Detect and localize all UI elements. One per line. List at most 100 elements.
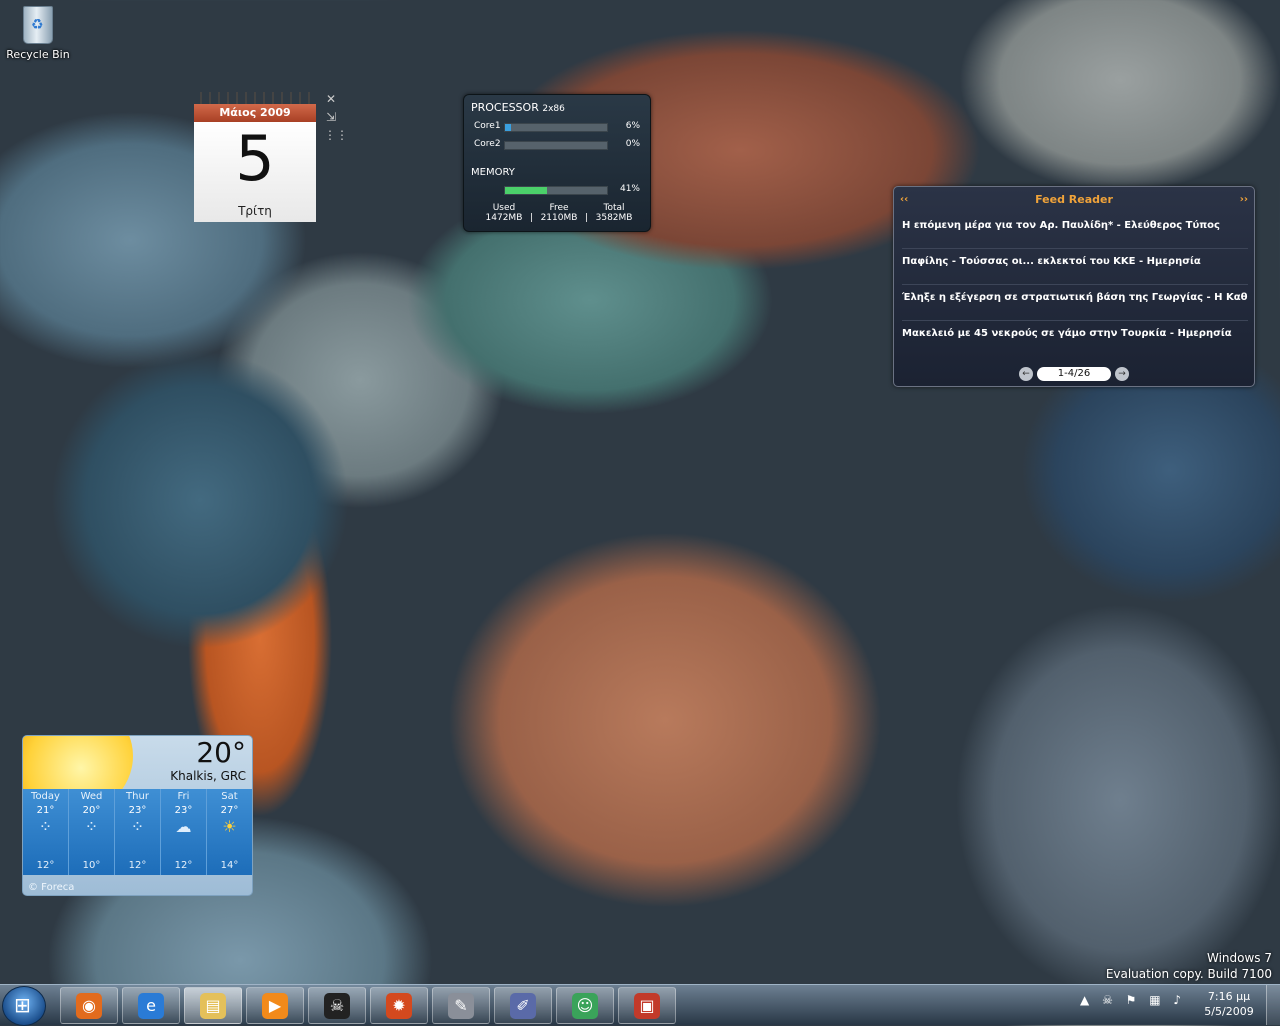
rain-icon: ⁘ [84,817,99,836]
prev-page-icon[interactable]: ← [1019,367,1033,381]
day-name: Fri [177,791,190,802]
clock-date: 5/5/2009 [1204,1005,1254,1018]
stat-label: Free [549,203,569,213]
cloud-icon: ☁ [175,817,192,836]
weather-gadget[interactable]: 20° Khalkis, GRC Today 21° ⁘ 12° Wed 20°… [22,735,253,896]
feed-item[interactable]: Μακελειό με 45 νεκρούς σε γάμο στην Τουρ… [902,321,1248,356]
feed-item[interactable]: Έληξε η εξέγερση σε στρατιωτική βάση της… [902,285,1248,321]
stat-value: 3582MB [595,213,633,223]
forecast-day: Wed 20° ⁘ 10° [69,789,115,875]
day-high: 23° [128,805,147,816]
memory-row: 41% [474,184,642,196]
memory-bar [504,186,608,195]
page-indicator: 1-4/26 [1037,367,1111,381]
feed-header: ‹‹ Feed Reader ›› [894,187,1254,213]
processor-label: PROCESSOR [471,101,539,114]
calendar-month-year: Μάιος 2009 [194,104,316,122]
memory-percent: 41% [619,184,640,194]
feed-pager: ← 1-4/26 → [894,367,1254,381]
windows-explorer-icon: ▤ [200,993,226,1019]
calendar-day-number: 5 [235,122,275,195]
feed-prev-nav[interactable]: ‹‹ [900,187,908,213]
messenger-icon: ☺ [572,993,598,1019]
taskbar-button-office-app[interactable]: ▣ [618,987,676,1024]
cpu-meter-gadget[interactable]: PROCESSOR 2x86 Core1 6% Core2 0% MEMORY … [463,94,651,232]
day-high: 20° [82,805,101,816]
core-name: Core1 [474,121,501,131]
windows-watermark: Windows 7 Evaluation copy. Build 7100 [1106,950,1272,982]
show-hidden-icons-icon[interactable]: ▲ [1080,993,1089,1007]
tool-app-icon: ✎ [448,993,474,1019]
stat-label: Total [603,203,625,213]
taskbar-button-alien-app[interactable]: ☠ [308,987,366,1024]
clock-time: 7:16 μμ [1207,990,1251,1003]
volume-icon[interactable]: ♪ [1173,993,1181,1007]
alien-app-icon: ☠ [324,993,350,1019]
next-page-icon[interactable]: → [1115,367,1129,381]
day-name: Today [31,791,60,802]
day-high: 21° [36,805,55,816]
day-low: 12° [128,860,147,871]
memory-free: Free 2110MB [533,203,585,223]
office-app-icon: ▣ [634,993,660,1019]
weather-credit[interactable]: © Foreca [28,882,74,893]
tray-app-icon[interactable]: ☠ [1102,993,1113,1007]
taskbar-button-burning-app[interactable]: ✹ [370,987,428,1024]
day-high: 27° [220,805,239,816]
gadget-controls: ✕ ⇲ ⋮⋮ [324,92,348,146]
close-icon[interactable]: ✕ [324,92,338,106]
calendar-rings [200,92,310,104]
feed-item[interactable]: Παφίλης - Τούσσας οι... εκλεκτοί του ΚΚΕ… [902,249,1248,285]
processor-arch: 2x86 [542,104,565,114]
calendar-gadget[interactable]: Μάιος 2009 5 Τρίτη [194,92,316,222]
core-bar [504,141,608,150]
day-name: Wed [80,791,103,802]
feed-item[interactable]: Η επόμενη μέρα για τον Αρ. Παυλίδη* - Ελ… [902,213,1248,249]
taskbar-button-windows-explorer[interactable]: ▤ [184,987,242,1024]
core-bar [504,123,608,132]
sun-icon: ☀ [222,817,237,836]
core-percent: 0% [625,139,640,149]
core-bar-fill [505,124,512,131]
day-low: 10° [82,860,101,871]
taskbar-button-internet-explorer[interactable]: e [122,987,180,1024]
memory-stats: Used 1472MB |Free 2110MB |Total 3582MB [474,203,644,223]
network-icon[interactable]: ▦ [1149,993,1160,1007]
taskbar-button-media-player[interactable]: ▶ [246,987,304,1024]
editor-app-icon: ✐ [510,993,536,1019]
start-button[interactable] [2,986,46,1026]
forecast-day: Sat 27° ☀ 14° [207,789,252,875]
burning-app-icon: ✹ [386,993,412,1019]
rain-icon: ⁘ [130,817,145,836]
calendar-weekday: Τρίτη [238,204,272,218]
day-low: 12° [36,860,55,871]
action-center-icon[interactable]: ⚑ [1126,993,1137,1007]
current-temperature: 20° [196,736,246,769]
forecast-day: Thur 23° ⁘ 12° [115,789,161,875]
calendar-page: 5 Τρίτη [194,122,316,222]
stat-label: Used [492,203,516,213]
recycle-bin-label: Recycle Bin [6,48,70,61]
taskbar-button-tool-app[interactable]: ✎ [432,987,490,1024]
feed-reader-gadget[interactable]: ‹‹ Feed Reader ›› Η επόμενη μέρα για τον… [893,186,1255,387]
memory-used: Used 1472MB [478,203,530,223]
recycle-bin-shortcut[interactable]: Recycle Bin [6,6,70,61]
watermark-os: Windows 7 [1206,951,1272,965]
media-player-icon: ▶ [262,993,288,1019]
taskbar-button-messenger[interactable]: ☺ [556,987,614,1024]
system-clock[interactable]: 7:16 μμ 5/5/2009 [1196,989,1262,1019]
taskbar-button-firefox[interactable]: ◉ [60,987,118,1024]
options-icon[interactable]: ⇲ [324,110,338,124]
core-row: Core2 0% [474,139,642,151]
day-low: 14° [220,860,239,871]
day-name: Thur [126,791,149,802]
drag-handle-icon[interactable]: ⋮⋮ [324,128,348,142]
feed-next-nav[interactable]: ›› [1240,187,1248,213]
forecast-day: Today 21° ⁘ 12° [23,789,69,875]
taskbar-button-editor-app[interactable]: ✐ [494,987,552,1024]
recycle-bin-icon [23,6,53,44]
weather-location: Khalkis, GRC [170,769,246,783]
core-row: Core1 6% [474,121,642,133]
taskbar: ◉ e ▤ ▶ ☠ ✹ ✎ ✐ ☺ ▣ ▲ ☠ ⚑ ▦ ♪ 7:16 μμ 5/5/2009 [0,984,1280,1026]
show-desktop-button[interactable] [1266,985,1280,1025]
